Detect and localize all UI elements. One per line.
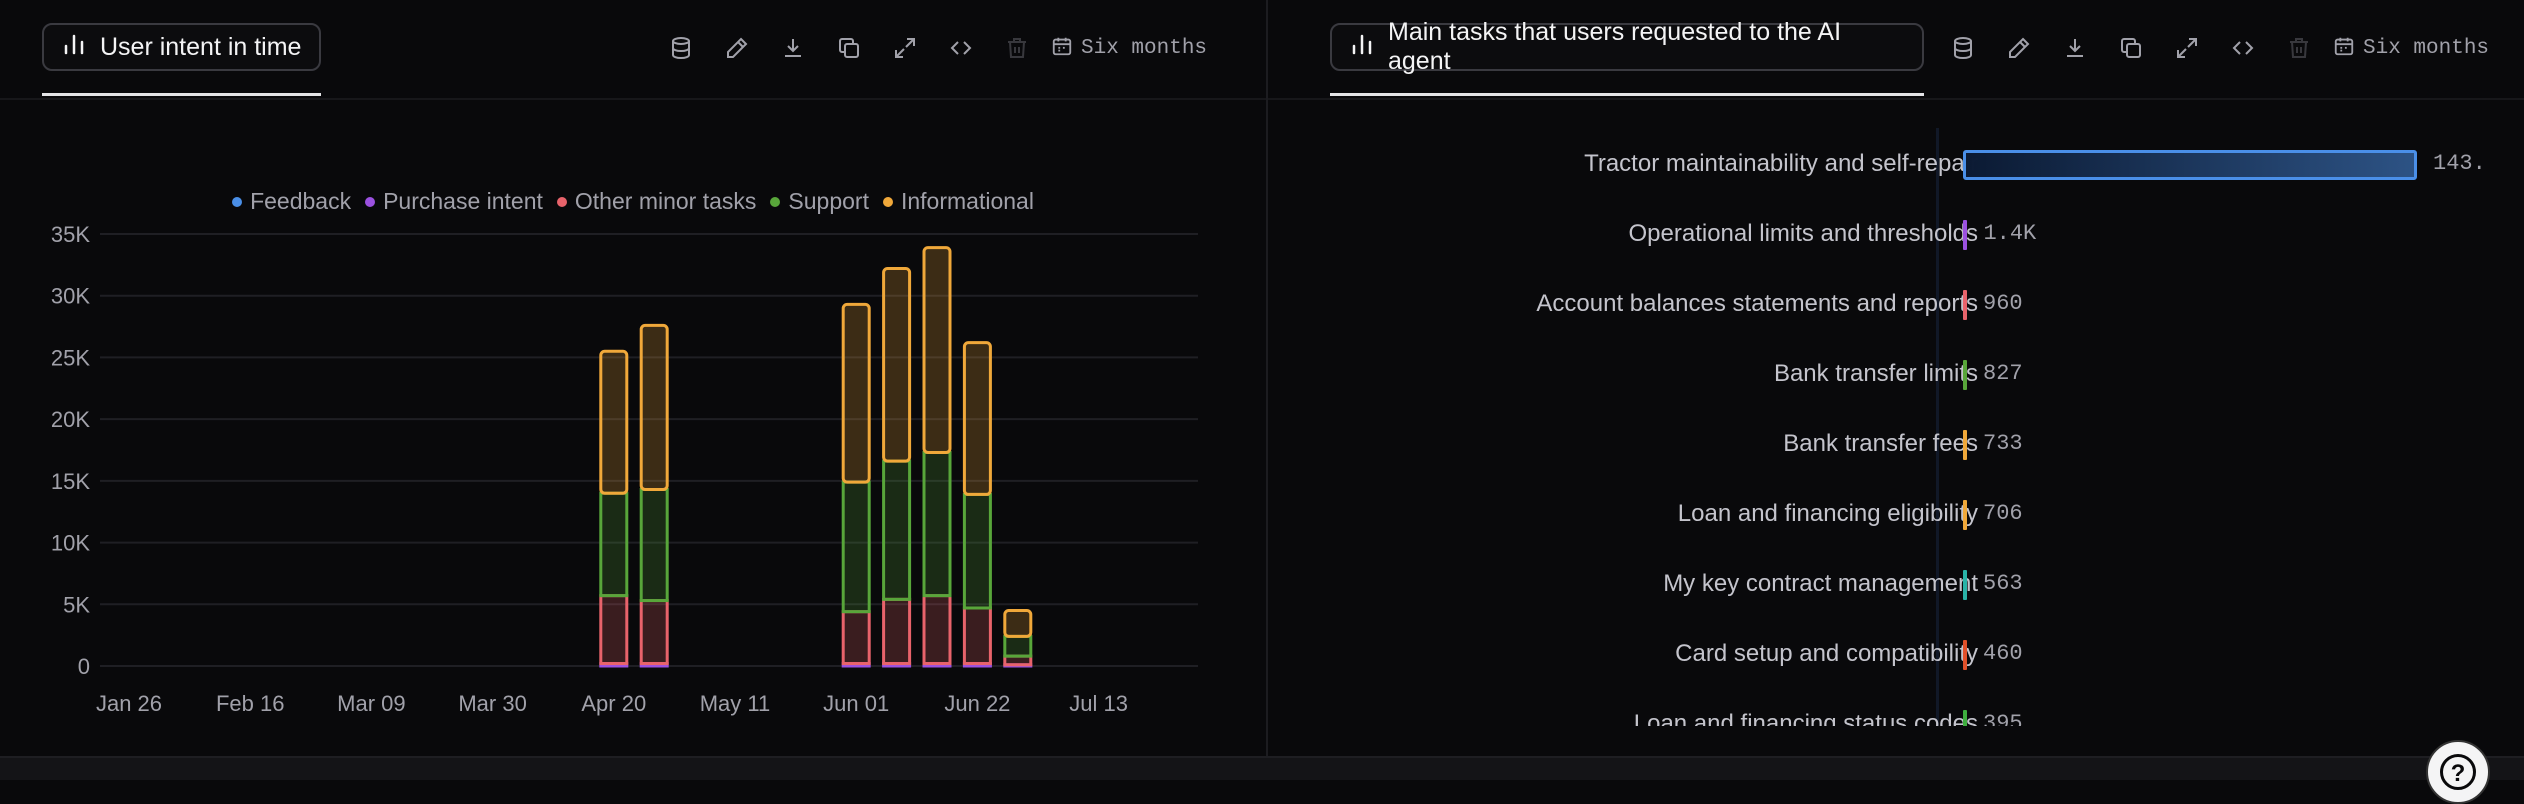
y-tick-label: 35K (51, 222, 90, 247)
bar[interactable] (1963, 150, 2417, 180)
x-tick-label: Jan 26 (96, 691, 162, 716)
horizontal-bar-chart: Tractor maintainability and self-repair 1… (1268, 110, 2524, 726)
category-label: Tractor maintainability and self-repair (1584, 150, 1978, 177)
bar-segment[interactable] (599, 491, 629, 598)
x-tick-label: Feb 16 (216, 691, 285, 716)
bar-row[interactable]: Tractor maintainability and self-repair 1… (1268, 144, 2524, 184)
database-icon[interactable] (1935, 28, 1991, 68)
bar[interactable] (1963, 220, 1968, 250)
help-button[interactable]: ? (2426, 740, 2490, 804)
category-label: Bank transfer limits (1773, 360, 1978, 387)
y-tick-label: 25K (51, 345, 90, 370)
download-icon[interactable] (2047, 28, 2103, 68)
question-mark-icon: ? (2440, 754, 2476, 790)
bar-segment[interactable] (639, 487, 669, 603)
y-tick-label: 15K (51, 469, 90, 494)
x-tick-label: Mar 30 (458, 691, 526, 716)
x-tick-label: Mar 09 (337, 691, 405, 716)
bar-row[interactable]: Bank transfer fees 733 (1268, 424, 2524, 464)
category-label: Card setup and compatibility (1675, 640, 1978, 667)
value-label: 143. (2433, 151, 2486, 176)
bar[interactable] (1963, 640, 1967, 670)
date-range-label: Six months (2363, 36, 2490, 60)
code-icon[interactable] (2215, 28, 2271, 68)
bar[interactable] (1963, 500, 1967, 530)
category-label: Loan and financing status codes (1633, 710, 1978, 726)
x-tick-label: Jun 22 (944, 691, 1010, 716)
intent-over-time-panel: User intent in time Six months Feedback P… (0, 0, 1266, 758)
y-tick-label: 0 (78, 654, 90, 679)
category-label: Operational limits and thresholds (1628, 220, 1978, 247)
bar-segment[interactable] (922, 450, 952, 598)
bar-segment[interactable] (962, 492, 992, 610)
bar-segment[interactable] (599, 349, 629, 495)
bar[interactable] (1963, 710, 1967, 726)
stacked-bar-chart: 0 5K 10K 15K 20K 25K 30K 35K Jan 26 Feb 16 Mar 09 M… (51, 222, 1198, 716)
active-tab-indicator (1330, 93, 1924, 96)
chart-title: Main tasks that users requested to the A… (1388, 18, 1842, 75)
bar-segment[interactable] (962, 606, 992, 666)
bar-segment[interactable] (1003, 634, 1033, 658)
bar-segment[interactable] (841, 302, 871, 484)
bar-segment[interactable] (882, 267, 912, 463)
main-tasks-panel: Main tasks that users requested to the A… (1268, 0, 2524, 758)
bar-segment[interactable] (841, 610, 871, 666)
bar-row[interactable]: Bank transfer limits 827 (1268, 354, 2524, 394)
pencil-icon[interactable] (1991, 28, 2047, 68)
bar-segment[interactable] (1003, 608, 1033, 638)
bar-segment[interactable] (882, 459, 912, 601)
bar[interactable] (1963, 290, 1967, 320)
bar-row[interactable]: Loan and financing eligibility 706 (1268, 494, 2524, 534)
x-tick-label: Apr 20 (581, 691, 646, 716)
value-label: 706 (1983, 501, 2023, 526)
y-tick-label: 20K (51, 407, 90, 432)
y-tick-label: 10K (51, 531, 90, 556)
bar[interactable] (1963, 430, 1967, 460)
value-label: 733 (1983, 431, 2023, 456)
chart-title-tab[interactable]: Main tasks that users requested to the A… (1330, 18, 1924, 75)
bar-chart-icon (1350, 32, 1374, 63)
bar-row[interactable]: Card setup and compatibility 460 (1268, 634, 2524, 674)
value-label: 563 (1983, 571, 2023, 596)
value-label: 1.4K (1983, 221, 2037, 246)
bar-segment[interactable] (639, 323, 669, 491)
value-label: 827 (1983, 361, 2023, 386)
panel-header: Main tasks that users requested to the A… (1268, 0, 2524, 100)
trash-icon[interactable] (2271, 28, 2327, 68)
bottom-scroll-bar (0, 756, 2524, 780)
bar-row[interactable]: Operational limits and thresholds 1.4K (1268, 214, 2524, 254)
date-range-selector[interactable]: Six months (2333, 35, 2489, 62)
bar-segment[interactable] (962, 341, 992, 496)
bar-row[interactable]: Account balances statements and reports 9… (1268, 284, 2524, 324)
bar[interactable] (1963, 570, 1967, 600)
chart-toolbar: Six months (1935, 28, 2489, 68)
bar-segment[interactable] (841, 480, 871, 614)
bar[interactable] (1963, 360, 1967, 390)
bar-segment[interactable] (922, 246, 952, 454)
bar-row[interactable]: Loan and financing status codes 395 (1268, 704, 2524, 726)
y-tick-label: 30K (51, 284, 90, 309)
value-label: 960 (1983, 291, 2023, 316)
category-label: My key contract management (1663, 570, 1978, 597)
x-tick-label: Jul 13 (1069, 691, 1128, 716)
bar-row[interactable]: My key contract management 563 (1268, 564, 2524, 604)
copy-icon[interactable] (2103, 28, 2159, 68)
calendar-icon (2333, 35, 2355, 62)
y-tick-label: 5K (63, 592, 90, 617)
expand-icon[interactable] (2159, 28, 2215, 68)
value-label: 395 (1983, 711, 2023, 726)
bar-segment[interactable] (882, 597, 912, 666)
bar-segment[interactable] (599, 594, 629, 666)
value-label: 460 (1983, 641, 2023, 666)
category-label: Bank transfer fees (1783, 430, 1978, 457)
x-tick-label: May 11 (700, 691, 771, 716)
bar-segment[interactable] (639, 599, 669, 666)
x-tick-label: Jun 01 (823, 691, 889, 716)
bar-segment[interactable] (922, 594, 952, 666)
category-label: Account balances statements and reports (1536, 290, 1978, 317)
category-label: Loan and financing eligibility (1677, 500, 1978, 527)
